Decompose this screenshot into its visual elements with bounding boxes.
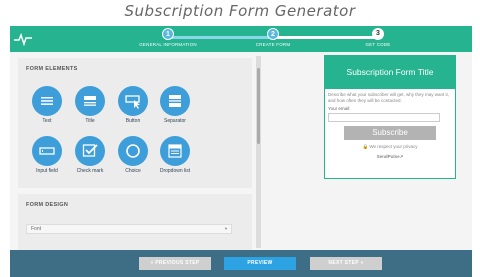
step-1[interactable]: 1 GENERAL INFORMATION bbox=[118, 28, 218, 47]
subscribe-button[interactable]: Subscribe bbox=[344, 126, 436, 140]
email-field[interactable] bbox=[328, 113, 440, 122]
title-icon bbox=[84, 96, 96, 106]
element-dropdown-list-label: Dropdown list bbox=[159, 168, 191, 174]
input-field-icon bbox=[39, 147, 55, 155]
button-cursor-icon bbox=[125, 95, 140, 109]
element-separator-label: Separator bbox=[164, 118, 186, 124]
font-select-value: Font bbox=[31, 226, 42, 232]
font-select[interactable]: Font ▼ bbox=[26, 224, 232, 234]
form-heading[interactable]: Subscription Form Title bbox=[325, 56, 455, 89]
radio-choice-icon bbox=[126, 144, 140, 158]
element-choice[interactable]: Choice bbox=[113, 136, 153, 174]
element-button[interactable]: Button bbox=[113, 86, 153, 124]
next-step-button[interactable]: NEXT STEP » bbox=[310, 257, 382, 270]
element-check-mark[interactable]: Check mark bbox=[70, 136, 110, 174]
wizard-footer: « PREVIOUS STEP PREVIEW NEXT STEP » bbox=[10, 250, 472, 277]
element-dropdown-list[interactable]: Dropdown list bbox=[155, 136, 195, 174]
step-3[interactable]: 3 GET CODE bbox=[328, 28, 428, 47]
form-description[interactable]: Describe what your subscriber will get, … bbox=[325, 89, 455, 104]
separator-icon bbox=[169, 95, 181, 107]
step-2[interactable]: 2 CREATE FORM bbox=[223, 28, 323, 47]
form-elements-title: FORM ELEMENTS bbox=[26, 66, 78, 72]
element-input-field[interactable]: Input field bbox=[27, 136, 67, 174]
element-input-field-label: Input field bbox=[36, 168, 58, 174]
brand-link[interactable]: SendPulse↗ bbox=[325, 154, 455, 160]
form-elements-panel: FORM ELEMENTS Text Title Button Separato… bbox=[18, 58, 252, 188]
pulse-logo-icon bbox=[14, 32, 32, 46]
form-design-title: FORM DESIGN bbox=[26, 202, 69, 208]
step-1-number: 1 bbox=[162, 28, 174, 40]
subscription-form-preview: Subscription Form Title Describe what yo… bbox=[324, 55, 456, 179]
email-label: Your email: bbox=[328, 106, 351, 111]
previous-step-button[interactable]: « PREVIOUS STEP bbox=[139, 257, 211, 270]
privacy-text: We respect your privacy bbox=[369, 144, 418, 149]
wizard-header: 1 GENERAL INFORMATION 2 CREATE FORM 3 GE… bbox=[10, 26, 472, 52]
chevron-down-icon: ▼ bbox=[224, 226, 228, 231]
step-2-number: 2 bbox=[267, 28, 279, 40]
app-root: Subscription Form Generator 1 GENERAL IN… bbox=[0, 0, 480, 277]
page-title: Subscription Form Generator bbox=[124, 2, 356, 20]
editor-panel: FORM ELEMENTS Text Title Button Separato… bbox=[10, 52, 262, 254]
preview-button[interactable]: PREVIEW bbox=[224, 257, 296, 270]
lock-icon: 🔒 bbox=[362, 144, 369, 149]
privacy-note: 🔒 We respect your privacy bbox=[325, 144, 455, 150]
element-text-label: Text bbox=[42, 118, 52, 124]
step-3-label: GET CODE bbox=[365, 42, 391, 47]
element-title[interactable]: Title bbox=[70, 86, 110, 124]
form-design-panel: FORM DESIGN Font ▼ bbox=[18, 194, 252, 254]
dropdown-list-icon bbox=[168, 144, 182, 158]
step-3-number: 3 bbox=[372, 28, 384, 40]
element-choice-label: Choice bbox=[125, 168, 141, 174]
element-check-mark-label: Check mark bbox=[76, 168, 104, 174]
editor-scroll-thumb[interactable] bbox=[257, 68, 260, 144]
text-lines-icon bbox=[41, 97, 53, 105]
step-1-label: GENERAL INFORMATION bbox=[139, 42, 197, 47]
element-separator[interactable]: Separator bbox=[155, 86, 195, 124]
checkmark-icon bbox=[82, 144, 98, 157]
step-2-label: CREATE FORM bbox=[255, 42, 291, 47]
element-title-label: Title bbox=[85, 118, 95, 124]
element-text[interactable]: Text bbox=[27, 86, 67, 124]
element-button-label: Button bbox=[125, 118, 141, 124]
